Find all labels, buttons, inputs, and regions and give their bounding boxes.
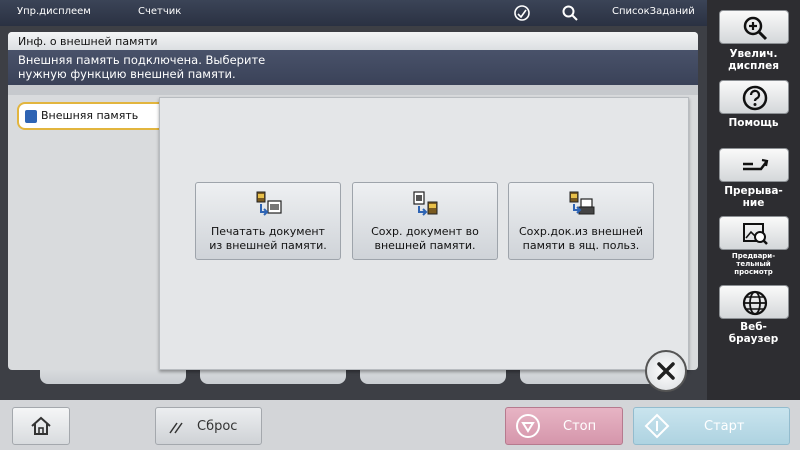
function-panel: Печатать документ из внешней памяти. Сох…: [159, 97, 689, 370]
web-browser-label-2: браузер: [728, 333, 779, 345]
top-status-bar: Упр.дисплеем Счетчик СписокЗаданий: [0, 0, 707, 26]
reset-icon: [169, 422, 183, 434]
save-to-user-box-line2: памяти в ящ. польз.: [522, 239, 640, 252]
close-icon: [657, 362, 675, 380]
start-label: Старт: [704, 419, 745, 434]
message-line-2: нужную функцию внешней памяти.: [18, 67, 236, 81]
zoom-display-label-2: дисплея: [728, 60, 779, 72]
print-from-usb-icon: [256, 191, 282, 216]
network-icon[interactable]: [512, 3, 532, 23]
help-button[interactable]: [719, 80, 789, 114]
interrupt-label-2: ние: [742, 197, 765, 209]
reset-label: Сброс: [197, 419, 238, 434]
help-icon: [742, 85, 768, 111]
dialog-title: Инф. о внешней памяти: [8, 32, 698, 50]
stop-icon: [516, 414, 540, 438]
reset-button[interactable]: Сброс: [155, 407, 262, 445]
interrupt-icon: [743, 158, 769, 171]
web-browser-label-1: Веб-: [740, 321, 767, 333]
save-to-external-memory-line2: внешней памяти.: [374, 239, 476, 252]
save-to-usb-icon: [413, 191, 438, 216]
dialog-message: Внешняя память подключена. Выберите нужн…: [8, 50, 698, 85]
interrupt-label-1: Прерыва-: [724, 185, 783, 197]
save-to-user-box-line1: Сохр.док.из внешней: [519, 225, 643, 238]
home-icon: [31, 416, 51, 435]
start-icon: [644, 413, 670, 439]
search-icon[interactable]: [560, 3, 580, 23]
zoom-display-button[interactable]: [719, 10, 789, 44]
save-usb-to-box-icon: [569, 191, 595, 215]
preview-icon: [743, 223, 768, 245]
dialog-separator: [8, 85, 698, 95]
save-to-user-box-button[interactable]: Сохр.док.из внешней памяти в ящ. польз.: [508, 182, 654, 260]
message-line-1: Внешняя память подключена. Выберите: [18, 53, 266, 67]
print-from-external-memory-line2: из внешней памяти.: [209, 239, 327, 252]
web-browser-button[interactable]: [719, 285, 789, 319]
preview-label-2: тельный: [736, 260, 771, 268]
tab-external-memory-label: Внешняя память: [41, 109, 139, 122]
zoom-display-label-1: Увелич.: [729, 48, 778, 60]
interrupt-button[interactable]: [719, 148, 789, 182]
bottom-bar: Сброс Стоп Старт: [0, 400, 800, 450]
start-button[interactable]: Старт: [633, 407, 790, 445]
display-management-tab[interactable]: Упр.дисплеем: [17, 6, 91, 17]
preview-label-3: просмотр: [734, 268, 773, 276]
job-list-tab[interactable]: СписокЗаданий: [612, 6, 695, 17]
preview-button[interactable]: [719, 216, 789, 250]
external-memory-dialog: Инф. о внешней памяти Внешняя память под…: [8, 32, 698, 370]
print-from-external-memory-line1: Печатать документ: [211, 225, 325, 238]
preview-label-1: Предвари-: [731, 252, 776, 260]
print-from-external-memory-button[interactable]: Печатать документ из внешней памяти.: [195, 182, 341, 260]
usb-icon: [25, 110, 37, 123]
close-dialog-button[interactable]: [645, 350, 687, 392]
stop-label: Стоп: [563, 419, 597, 434]
stop-button[interactable]: Стоп: [505, 407, 623, 445]
globe-icon: [742, 290, 768, 316]
tab-external-memory[interactable]: Внешняя память: [17, 102, 167, 130]
right-sidebar: Увелич. дисплея Помощь Прерыва- ние Пред…: [707, 0, 800, 400]
zoom-in-icon: [743, 16, 768, 41]
save-to-external-memory-line1: Сохр. документ во: [371, 225, 479, 238]
save-to-external-memory-button[interactable]: Сохр. документ во внешней памяти.: [352, 182, 498, 260]
counter-tab[interactable]: Счетчик: [138, 6, 181, 17]
help-label: Помощь: [728, 117, 779, 129]
home-button[interactable]: [12, 407, 70, 445]
